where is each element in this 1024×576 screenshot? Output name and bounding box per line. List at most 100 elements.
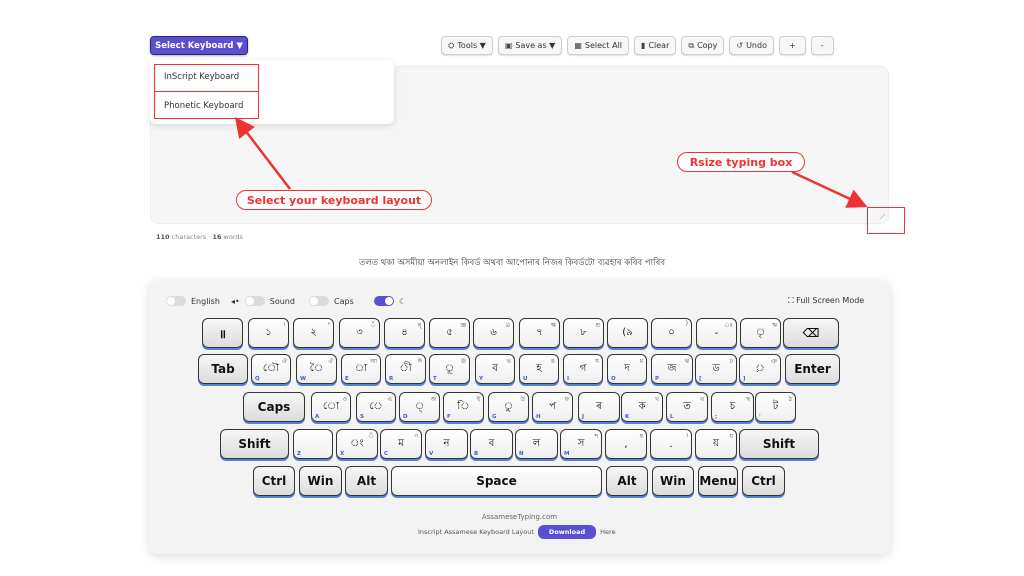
key-r3-k3[interactable]: ম ণ C: [380, 429, 422, 459]
undo-button[interactable]: ↺ Undo: [729, 36, 774, 55]
key-r3-k5[interactable]: বB: [470, 429, 513, 459]
key-r4-k1[interactable]: Win: [299, 466, 342, 496]
key-r3-k9[interactable]: . ।: [650, 429, 692, 459]
key-r2-k8[interactable]: ক খ K: [621, 392, 663, 422]
key-r0-k8[interactable]: ৮ শ্ৰ: [563, 318, 604, 348]
footer-text-before: Inscript Assamese Keyboard Layout: [418, 528, 534, 536]
key-r2-k6[interactable]: প ফ H: [532, 392, 573, 422]
key-r4-k7[interactable]: Ctrl: [742, 466, 785, 496]
clear-label: Clear: [648, 41, 670, 50]
english-toggle[interactable]: [166, 296, 186, 306]
key-english-label: W: [300, 376, 307, 382]
key-r1-k7[interactable]: হ ঙ U: [519, 354, 559, 384]
key-r1-k2[interactable]: ৈ ঐ W: [296, 354, 337, 384]
key-r4-k3[interactable]: Space: [391, 466, 602, 496]
key-r1-k13[interactable]: Enter: [785, 354, 840, 384]
key-english-label: R: [389, 376, 394, 382]
key-r4-k0[interactable]: Ctrl: [253, 466, 295, 496]
key-r0-k5[interactable]: ৫ জ্ঞ: [429, 318, 470, 348]
key-r2-k3[interactable]: ্ অ D: [399, 392, 440, 422]
key-shift-label: জ্ঞ: [460, 322, 466, 329]
key-r0-k4[interactable]: ৪ ৰ্: [384, 318, 425, 348]
key-r4-k4[interactable]: Alt: [606, 466, 648, 496]
key-r2-k11[interactable]: ট ঠ ': [755, 392, 796, 422]
select-all-button[interactable]: ▦ Select All: [567, 36, 630, 55]
key-main-label: Space: [476, 474, 517, 488]
key-r2-k4[interactable]: ি ই F: [443, 392, 484, 422]
character-count: 110: [156, 233, 170, 241]
key-r3-k0[interactable]: Shift: [220, 429, 289, 459]
zoom-in-button[interactable]: +: [778, 36, 806, 55]
key-r2-k1[interactable]: ো ও A: [311, 392, 351, 422]
key-r3-k6[interactable]: লN: [515, 429, 558, 459]
key-shift-label: ৰ্: [417, 322, 421, 329]
key-r4-k2[interactable]: Alt: [345, 466, 388, 496]
select-keyboard-button[interactable]: Select Keyboard ▼: [150, 36, 248, 55]
key-r2-k10[interactable]: চ ছ;: [711, 392, 754, 422]
key-r2-k5[interactable]: ু উ G: [488, 392, 529, 422]
key-r1-k9[interactable]: দ ধ O: [607, 354, 647, 384]
sound-toggle-group[interactable]: ◂• Sound: [231, 296, 295, 306]
key-r0-k0[interactable]: ॥: [202, 318, 243, 348]
key-main-label: ং: [350, 437, 364, 449]
key-r2-k0[interactable]: Caps: [243, 392, 305, 422]
fullscreen-button[interactable]: ⛶ Full Screen Mode: [788, 296, 864, 306]
key-r4-k5[interactable]: Win: [652, 466, 694, 496]
key-r0-k11[interactable]: -ঃ: [696, 318, 737, 348]
key-r1-k6[interactable]: ব ভ Y: [475, 354, 515, 384]
key-r1-k3[interactable]: া আ E: [341, 354, 381, 384]
copy-button[interactable]: ⧉ Copy: [681, 36, 725, 55]
resize-highlight-box: [867, 207, 905, 234]
zoom-out-button[interactable]: -: [810, 36, 834, 55]
key-r2-k9[interactable]: ত থ L: [666, 392, 708, 422]
key-main-label: Tab: [211, 362, 235, 376]
key-main-label: ৮: [580, 326, 587, 338]
key-r3-k1[interactable]: Z: [293, 429, 333, 459]
key-r1-k5[interactable]: ূ ঊ T: [429, 354, 470, 384]
key-r0-k6[interactable]: ৬ ত্ৰ: [473, 318, 514, 348]
key-r3-k10[interactable]: য় য: [695, 429, 737, 459]
key-r3-k4[interactable]: নV: [425, 429, 468, 459]
key-r1-k1[interactable]: ৌ ঔ Q: [251, 354, 291, 384]
key-r0-k12[interactable]: ৃ ঋ: [740, 318, 781, 348]
key-r2-k7[interactable]: ৰJ: [578, 392, 620, 422]
key-r0-k9[interactable]: (৯: [607, 318, 648, 348]
key-english-label: ': [759, 414, 761, 420]
key-r0-k1[interactable]: ১ ।: [248, 318, 289, 348]
key-r3-k7[interactable]: স শ M: [560, 429, 602, 459]
key-r3-k8[interactable]: ,ষ: [605, 429, 647, 459]
key-main-label: Ctrl: [261, 474, 287, 488]
key-r1-k10[interactable]: জঝ P: [651, 354, 693, 384]
key-main-label: Alt: [617, 474, 637, 488]
key-r3-k11[interactable]: Shift: [739, 429, 819, 459]
key-r2-k2[interactable]: ে এ S: [356, 392, 396, 422]
key-r0-k3[interactable]: ৩ঁ: [339, 318, 380, 348]
dark-mode-toggle[interactable]: [374, 296, 394, 306]
key-main-label: ৃ: [755, 326, 766, 338]
key-shift-label: ত্ৰ: [505, 322, 510, 329]
sound-toggle[interactable]: [244, 296, 265, 306]
key-r1-k0[interactable]: Tab: [198, 354, 248, 384]
caps-toggle-group[interactable]: Caps: [309, 296, 354, 306]
key-r3-k2[interactable]: ংঁ X: [336, 429, 378, 459]
key-r0-k10[interactable]: ০): [651, 318, 692, 348]
save-as-button[interactable]: ▣ Save as ▼: [497, 36, 563, 55]
key-english-label: T: [433, 376, 437, 382]
key-main-label: ম: [398, 437, 404, 449]
clear-button[interactable]: ▮ Clear: [634, 36, 677, 55]
key-r0-k13[interactable]: ⌫: [783, 318, 839, 348]
download-button[interactable]: Download: [537, 525, 597, 539]
key-r4-k6[interactable]: Menu: [698, 466, 738, 496]
key-shift-label: য: [729, 433, 733, 440]
key-r0-k2[interactable]: ২ ॰: [293, 318, 334, 348]
caps-toggle[interactable]: [309, 296, 329, 306]
key-r1-k4[interactable]: ী ঈ R: [385, 354, 426, 384]
key-r1-k11[interactable]: ড ঢ [: [695, 354, 737, 384]
key-r0-k7[interactable]: ৭ ক্ষ: [519, 318, 560, 348]
tools-button[interactable]: ⛭ Tools ▼: [441, 36, 493, 55]
english-toggle-group[interactable]: English: [166, 296, 220, 306]
key-r1-k8[interactable]: গ ঘ I: [563, 354, 603, 384]
dark-mode-toggle-group[interactable]: ☾: [374, 296, 406, 306]
key-english-label: I: [567, 376, 570, 382]
key-r1-k12[interactable]: ় ঞ]: [739, 354, 781, 384]
